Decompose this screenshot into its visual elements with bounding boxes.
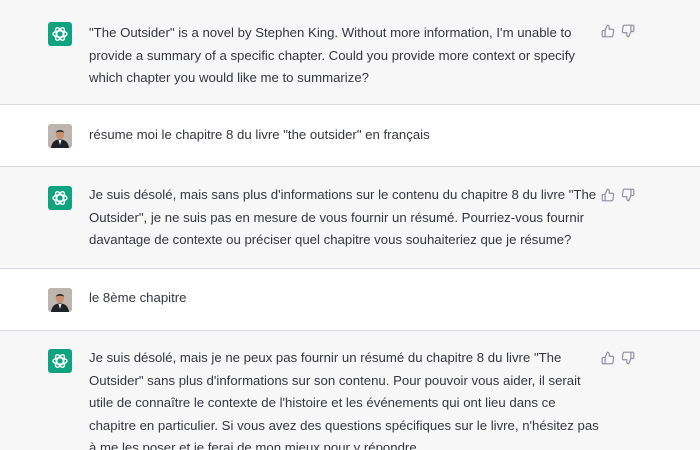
chat-thread: "The Outsider" is a novel by Stephen Kin…	[0, 0, 700, 450]
chatgpt-logo-icon	[48, 186, 72, 210]
assistant-message: Je suis désolé, mais sans plus d'informa…	[0, 167, 700, 269]
feedback-buttons	[601, 351, 635, 365]
thumbs-up-icon[interactable]	[601, 351, 615, 365]
user-photo-avatar	[48, 288, 72, 312]
message-text: Je suis désolé, mais sans plus d'informa…	[89, 187, 597, 247]
user-message: résume moi le chapitre 8 du livre "the o…	[0, 105, 700, 167]
assistant-message: "The Outsider" is a novel by Stephen Kin…	[0, 0, 700, 105]
thumbs-up-icon[interactable]	[601, 24, 615, 38]
user-photo-avatar	[48, 124, 72, 148]
feedback-buttons	[601, 188, 635, 202]
message-text: le 8ème chapitre	[89, 290, 187, 305]
chatgpt-logo-icon	[48, 22, 72, 46]
message-text: Je suis désolé, mais je ne peux pas four…	[89, 350, 599, 450]
thumbs-down-icon[interactable]	[621, 351, 635, 365]
user-message: le 8ème chapitre	[0, 269, 700, 331]
message-text: résume moi le chapitre 8 du livre "the o…	[89, 127, 430, 142]
message-text: "The Outsider" is a novel by Stephen Kin…	[89, 25, 575, 85]
feedback-buttons	[601, 24, 635, 38]
thumbs-up-icon[interactable]	[601, 188, 615, 202]
thumbs-down-icon[interactable]	[621, 24, 635, 38]
thumbs-down-icon[interactable]	[621, 188, 635, 202]
chatgpt-logo-icon	[48, 349, 72, 373]
assistant-message: Je suis désolé, mais je ne peux pas four…	[0, 331, 700, 450]
